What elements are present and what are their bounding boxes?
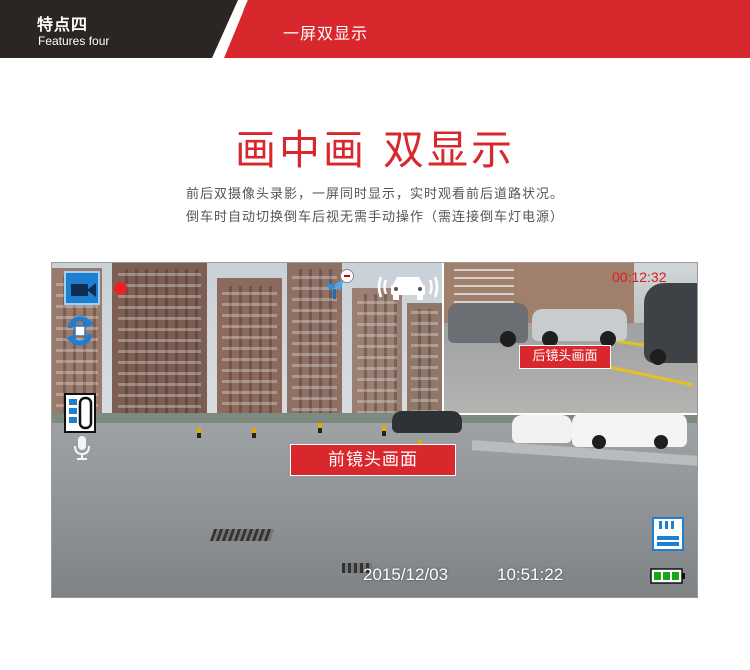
traffic-cone bbox=[382, 426, 386, 436]
road-car bbox=[572, 413, 687, 449]
drain-grate bbox=[209, 529, 275, 541]
video-camera-icon[interactable] bbox=[64, 271, 100, 305]
feature-page: 特点四 Features four 一屏双显示 画中画 双显示 前后双摄像头录影… bbox=[0, 0, 750, 670]
feature-number-cn: 特点四 bbox=[37, 15, 89, 34]
feature-header: 特点四 Features four 一屏双显示 bbox=[0, 0, 750, 58]
parked-car bbox=[532, 309, 627, 347]
time-stamp: 10:51:22 bbox=[497, 565, 564, 584]
traffic-cone bbox=[318, 423, 322, 433]
record-dot-icon bbox=[114, 282, 127, 295]
building bbox=[352, 288, 402, 428]
rear-camera-label: 后镜头画面 bbox=[519, 345, 611, 369]
building bbox=[217, 278, 282, 428]
parked-car bbox=[644, 283, 697, 365]
dashcam-screen: 前镜头画面 后镜头画面 00:12:32 2015/12/03 10:51:22 bbox=[51, 262, 698, 598]
road-car bbox=[512, 415, 572, 443]
microphone-icon[interactable] bbox=[72, 435, 92, 461]
building bbox=[407, 303, 442, 428]
minus-badge-icon bbox=[340, 269, 354, 283]
recording-timer: 00:12:32 bbox=[612, 269, 667, 285]
traffic-cone bbox=[197, 428, 201, 438]
sd-card-icon bbox=[651, 516, 685, 552]
sync-icon[interactable] bbox=[62, 314, 98, 348]
parked-car bbox=[448, 303, 528, 347]
page-headline: 画中画 双显示 bbox=[234, 126, 516, 174]
date-stamp: 2015/12/03 bbox=[363, 565, 449, 584]
section-title: 一屏双显示 bbox=[283, 24, 369, 43]
rear-camera-pip bbox=[442, 263, 697, 415]
parking-monitor-icon[interactable] bbox=[377, 271, 439, 303]
description-line-1: 前后双摄像头录影，一屏同时显示，实时观看前后道路状况。 bbox=[185, 187, 564, 202]
feature-number-en: Features four bbox=[38, 34, 110, 48]
traffic-cone bbox=[252, 428, 256, 438]
road-car bbox=[392, 411, 462, 433]
battery-level-icon bbox=[64, 393, 96, 433]
front-camera-label: 前镜头画面 bbox=[290, 444, 456, 476]
description-line-2: 倒车时自动切换倒车后视无需手动操作（需连接倒车灯电源） bbox=[185, 210, 564, 225]
battery-icon bbox=[650, 567, 686, 585]
